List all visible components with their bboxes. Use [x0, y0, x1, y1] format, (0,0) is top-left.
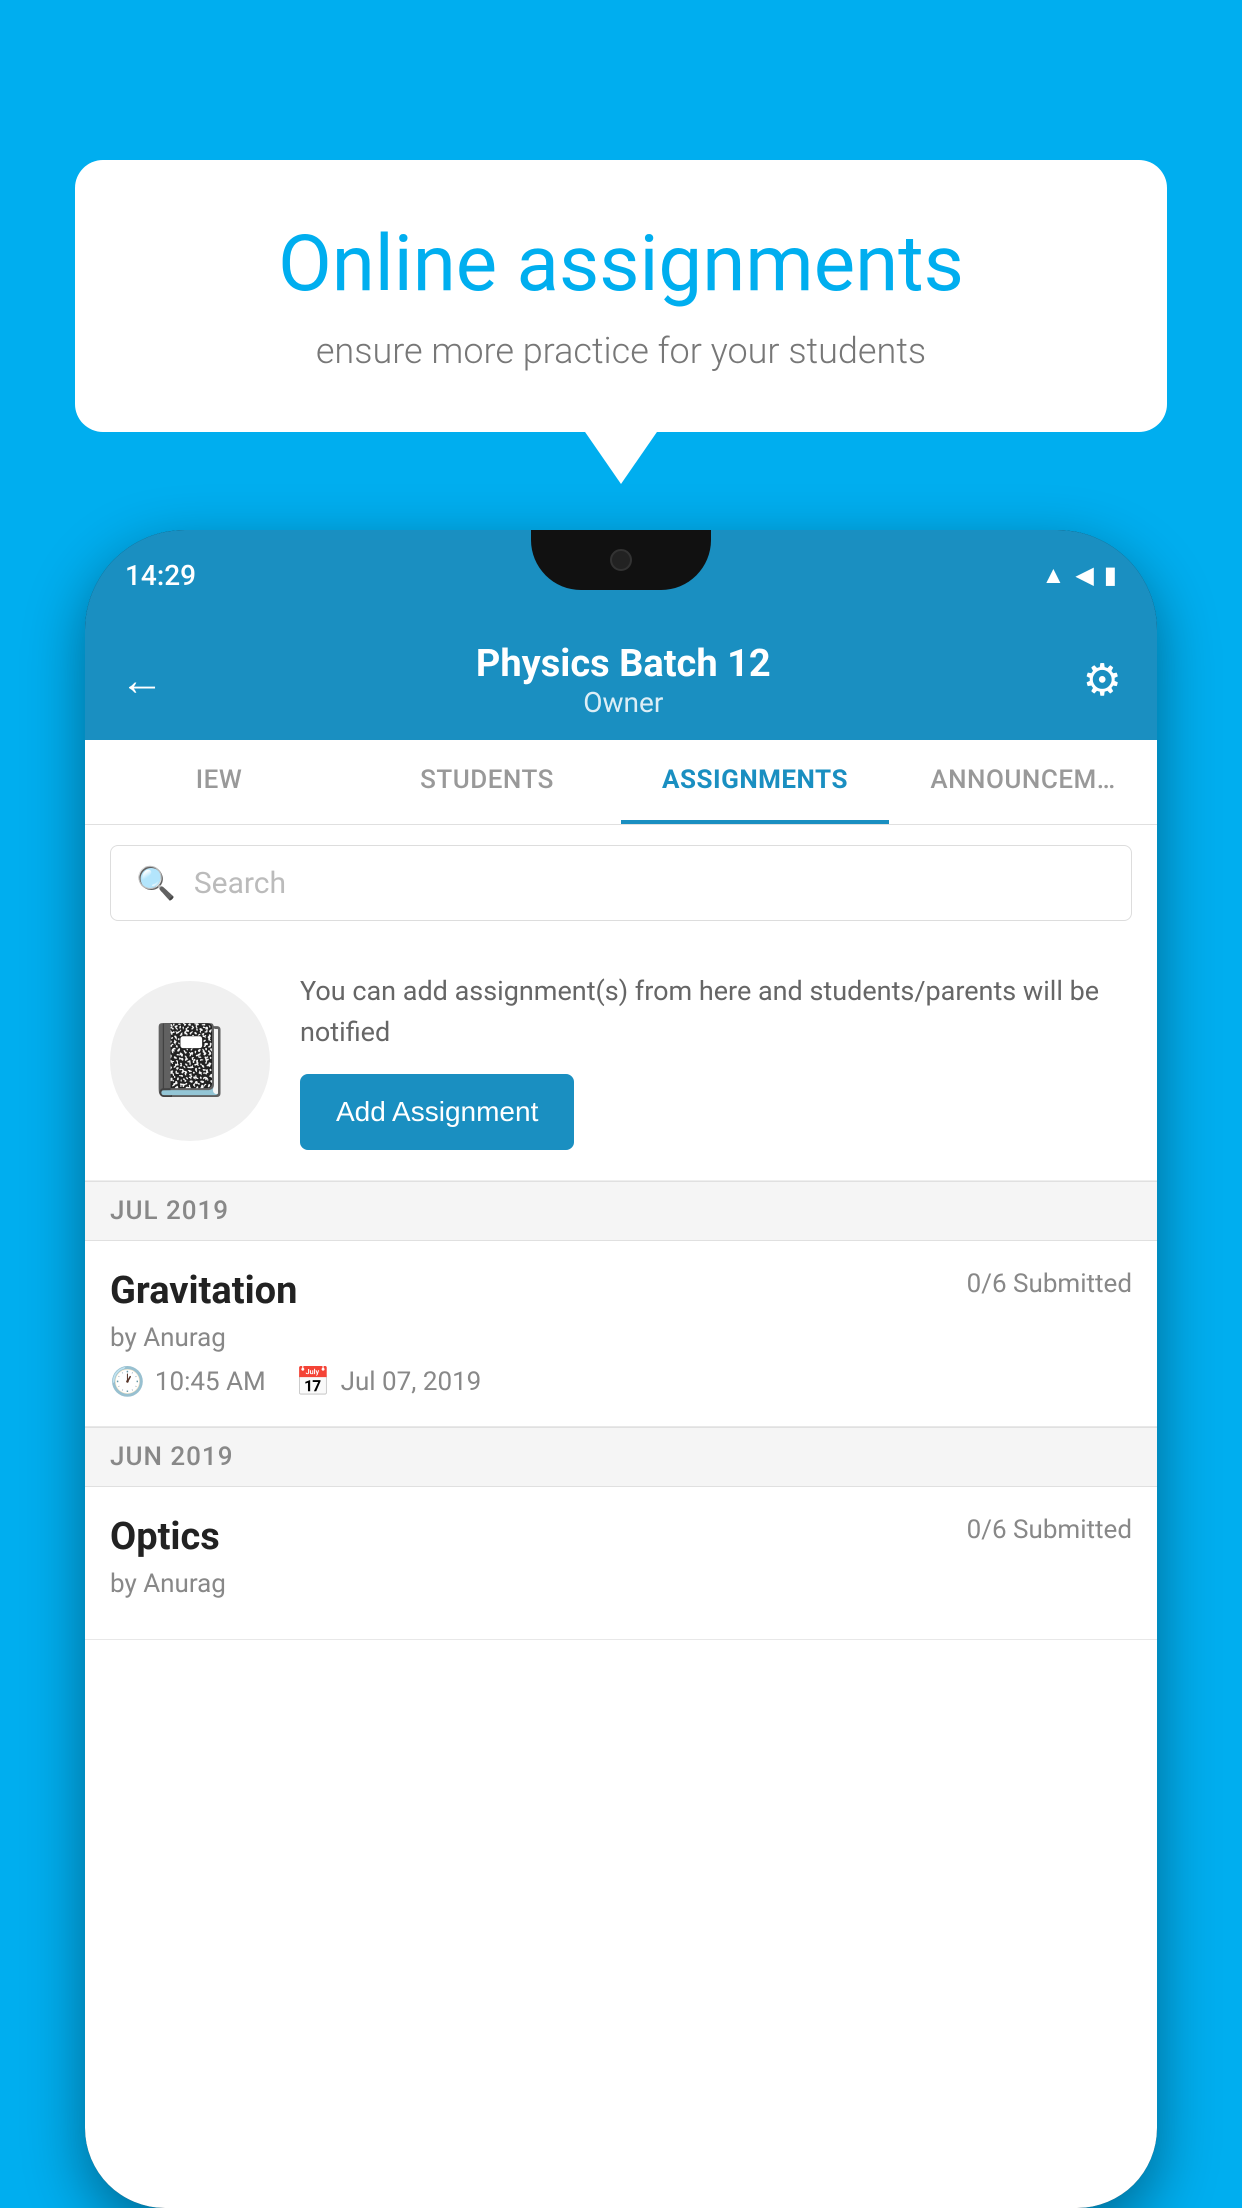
assignment-meta-optics: by Anurag [110, 1569, 1132, 1599]
header-title: Physics Batch 12 [164, 642, 1083, 686]
tab-iew[interactable]: IEW [85, 740, 353, 824]
speech-bubble-container: Online assignments ensure more practice … [75, 160, 1167, 432]
calendar-icon: 📅 [296, 1365, 331, 1398]
clock-icon: 🕐 [110, 1365, 145, 1398]
assignment-header-row: Gravitation 0/6 Submitted [110, 1269, 1132, 1313]
phone-time: 14:29 [125, 559, 196, 592]
assignment-item-optics[interactable]: Optics 0/6 Submitted by Anurag [85, 1487, 1157, 1640]
promo-content: You can add assignment(s) from here and … [300, 971, 1132, 1150]
phone-camera [610, 549, 632, 571]
header-center: Physics Batch 12 Owner [164, 642, 1083, 719]
assignment-title-gravitation: Gravitation [110, 1269, 297, 1313]
detail-time-value: 10:45 AM [155, 1367, 266, 1397]
phone-status-bar: 14:29 ▲ ◀ ▮ [85, 530, 1157, 620]
assignment-submitted-gravitation: 0/6 Submitted [967, 1269, 1132, 1299]
promo-text: You can add assignment(s) from here and … [300, 971, 1132, 1052]
search-container: 🔍 Search [85, 825, 1157, 941]
phone-screen: 🔍 Search 📓 You can add assignment(s) fro… [85, 825, 1157, 2208]
search-icon: 🔍 [136, 864, 176, 902]
phone-notch [531, 530, 711, 590]
tab-assignments[interactable]: ASSIGNMENTS [621, 740, 889, 824]
wifi-icon: ▲ [1042, 561, 1066, 590]
add-assignment-promo: 📓 You can add assignment(s) from here an… [85, 941, 1157, 1181]
assignment-details-gravitation: 🕐 10:45 AM 📅 Jul 07, 2019 [110, 1365, 1132, 1398]
phone-frame: 14:29 ▲ ◀ ▮ ← Physics Batch 12 Owner ⚙ I… [85, 530, 1157, 2208]
signal-icon: ◀ [1075, 561, 1093, 589]
section-header-jul-2019: JUL 2019 [85, 1181, 1157, 1241]
section-header-jun-2019: JUN 2019 [85, 1427, 1157, 1487]
tab-announcements[interactable]: ANNOUNCEM… [889, 740, 1157, 824]
settings-icon[interactable]: ⚙ [1083, 654, 1122, 706]
add-assignment-button[interactable]: Add Assignment [300, 1074, 574, 1150]
assignment-submitted-optics: 0/6 Submitted [967, 1515, 1132, 1545]
speech-bubble-subtitle: ensure more practice for your students [145, 330, 1097, 372]
assignment-meta-gravitation: by Anurag [110, 1323, 1132, 1353]
back-button[interactable]: ← [120, 654, 164, 706]
notebook-icon: 📓 [146, 1020, 233, 1102]
header-subtitle: Owner [164, 686, 1083, 719]
search-placeholder: Search [194, 866, 286, 901]
detail-date-gravitation: 📅 Jul 07, 2019 [296, 1365, 482, 1398]
speech-bubble: Online assignments ensure more practice … [75, 160, 1167, 432]
detail-date-value: Jul 07, 2019 [341, 1367, 482, 1397]
speech-bubble-title: Online assignments [145, 220, 1097, 310]
tabs-bar: IEW STUDENTS ASSIGNMENTS ANNOUNCEM… [85, 740, 1157, 825]
app-header: ← Physics Batch 12 Owner ⚙ [85, 620, 1157, 740]
search-bar[interactable]: 🔍 Search [110, 845, 1132, 921]
assignment-header-row-optics: Optics 0/6 Submitted [110, 1515, 1132, 1559]
assignment-item-gravitation[interactable]: Gravitation 0/6 Submitted by Anurag 🕐 10… [85, 1241, 1157, 1427]
phone-status-icons: ▲ ◀ ▮ [1042, 561, 1117, 590]
detail-time-gravitation: 🕐 10:45 AM [110, 1365, 266, 1398]
tab-students[interactable]: STUDENTS [353, 740, 621, 824]
promo-icon-circle: 📓 [110, 981, 270, 1141]
battery-icon: ▮ [1104, 561, 1117, 589]
assignment-title-optics: Optics [110, 1515, 220, 1559]
